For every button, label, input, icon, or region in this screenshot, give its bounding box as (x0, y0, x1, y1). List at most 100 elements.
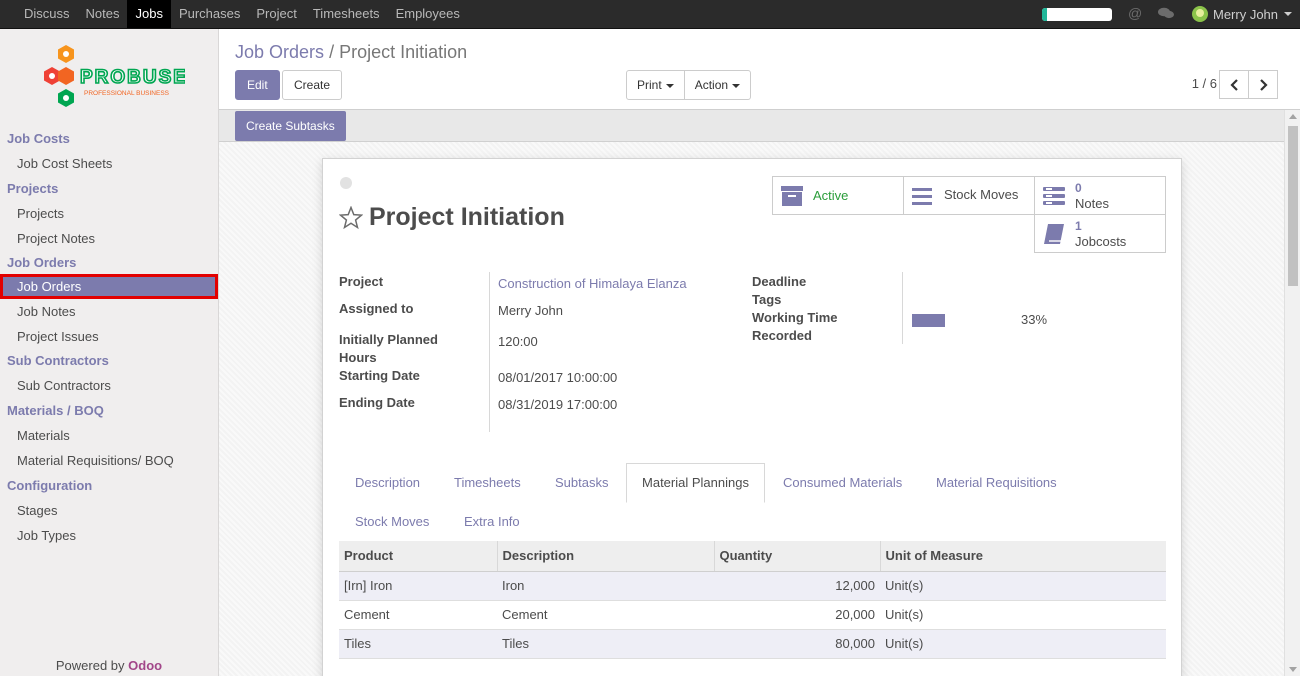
pager-next-button[interactable] (1248, 70, 1278, 99)
scroll-up-arrow[interactable] (1289, 114, 1297, 119)
planned-hours-label-line1: Initially Planned (339, 332, 438, 347)
cell-quantity: 12,000 (714, 571, 880, 601)
menu-project[interactable]: Project (248, 0, 304, 28)
active-label: Active (813, 188, 849, 203)
tab-extra-info[interactable]: Extra Info (464, 514, 520, 529)
mention-icon[interactable]: @ (1128, 5, 1142, 21)
cell-quantity: 20,000 (714, 600, 880, 630)
col-product[interactable]: Product (339, 541, 498, 572)
menu-timesheets[interactable]: Timesheets (305, 0, 388, 28)
stock-moves-label: Stock Moves (944, 187, 1019, 202)
col-quantity[interactable]: Quantity (714, 541, 881, 572)
section-materials-boq: Materials / BOQ (7, 403, 104, 418)
book-icon (1044, 224, 1064, 244)
ending-date-value[interactable]: 08/31/2019 17:00:00 (498, 397, 617, 412)
sidebar-item-project-notes[interactable]: Project Notes (0, 226, 218, 251)
scrollbar[interactable] (1284, 110, 1300, 676)
tab-description[interactable]: Description (355, 475, 420, 490)
deadline-label: Deadline (752, 274, 807, 289)
sidebar-item-job-orders[interactable]: Job Orders (0, 274, 218, 299)
section-job-orders: Job Orders (7, 255, 77, 270)
create-subtasks-button[interactable]: Create Subtasks (235, 111, 346, 141)
page-title: Project Initiation (369, 203, 565, 231)
jobcosts-button[interactable]: 1 Jobcosts (1034, 214, 1166, 253)
stock-moves-button[interactable]: Stock Moves (903, 176, 1035, 215)
smart-buttons: Active Stock Moves 0 Notes 1 Jobcosts (772, 176, 1167, 255)
breadcrumb-separator: / (329, 42, 335, 62)
cell-description: Tiles (497, 629, 714, 659)
section-configuration: Configuration (7, 478, 93, 493)
caret-down-icon (732, 83, 741, 88)
menu-employees[interactable]: Employees (388, 0, 468, 28)
user-menu[interactable]: Merry John (1192, 0, 1293, 28)
starting-date-value[interactable]: 08/01/2017 10:00:00 (498, 370, 617, 385)
cell-uom: Unit(s) (880, 600, 1166, 630)
chevron-down-icon (1284, 12, 1293, 16)
jobcosts-label: Jobcosts (1075, 234, 1127, 249)
sidebar-item-job-cost-sheets[interactable]: Job Cost Sheets (0, 151, 218, 176)
user-name: Merry John (1213, 6, 1279, 22)
table-row[interactable]: Tiles Tiles 80,000 Unit(s) (339, 629, 1166, 659)
menu-purchases[interactable]: Purchases (171, 0, 248, 28)
tab-stock-moves[interactable]: Stock Moves (355, 514, 429, 529)
print-dropdown[interactable]: Print (626, 70, 685, 100)
table-header-row: Product Description Quantity Unit of Mea… (339, 541, 1166, 572)
field-divider-right (902, 272, 903, 344)
breadcrumb-parent[interactable]: Job Orders (235, 42, 324, 62)
chat-icon[interactable] (1158, 7, 1174, 19)
main-menu: Discuss Notes Jobs Purchases Project Tim… (16, 0, 468, 28)
sidebar-item-projects[interactable]: Projects (0, 201, 218, 226)
pager-value[interactable]: 1 / 6 (1192, 76, 1217, 91)
scroll-down-arrow[interactable] (1289, 667, 1297, 672)
notes-button[interactable]: 0 Notes (1034, 176, 1166, 215)
tab-consumed-materials[interactable]: Consumed Materials (783, 475, 902, 490)
sidebar-item-material-requisitions[interactable]: Material Requisitions/ BOQ (0, 448, 218, 473)
kanban-state-dot[interactable] (340, 177, 352, 189)
archive-icon (781, 186, 803, 206)
ending-date-label: Ending Date (339, 395, 415, 410)
tab-material-requisitions[interactable]: Material Requisitions (936, 475, 1057, 490)
scroll-thumb[interactable] (1288, 126, 1298, 286)
col-description[interactable]: Description (497, 541, 715, 572)
action-dropdown[interactable]: Action (683, 70, 752, 100)
sidebar-item-job-notes[interactable]: Job Notes (0, 299, 218, 324)
probuse-logo: PROBUSE PROFESSIONAL BUSINESS (44, 45, 185, 107)
sidebar-menu: Job Costs Job Cost Sheets Projects Proje… (0, 129, 218, 548)
sidebar-item-stages[interactable]: Stages (0, 498, 218, 523)
tab-subtasks[interactable]: Subtasks (555, 475, 608, 490)
assigned-to-value[interactable]: Merry John (498, 303, 563, 318)
project-label: Project (339, 274, 384, 289)
table-row[interactable]: Cement Cement 20,000 Unit(s) (339, 600, 1166, 630)
menu-discuss[interactable]: Discuss (16, 0, 78, 28)
record-title: Project Initiation (339, 203, 565, 232)
table-row[interactable]: [Irn] Iron Iron 12,000 Unit(s) (339, 571, 1166, 601)
sidebar-item-sub-contractors[interactable]: Sub Contractors (0, 373, 218, 398)
cell-description: Iron (497, 571, 714, 601)
notes-icon (1043, 187, 1065, 205)
working-time-label-line2: Recorded (752, 328, 812, 343)
form-statusbar: Create Subtasks (219, 110, 1284, 142)
logo-tagline: PROFESSIONAL BUSINESS (84, 90, 170, 97)
star-icon[interactable] (339, 205, 363, 230)
jobcosts-count: 1 (1075, 219, 1082, 233)
col-unit-of-measure[interactable]: Unit of Measure (880, 541, 1166, 572)
cell-product: Cement (339, 600, 497, 630)
activity-progress[interactable] (1042, 8, 1112, 21)
odoo-link[interactable]: Odoo (128, 658, 162, 673)
sidebar-item-project-issues[interactable]: Project Issues (0, 324, 218, 349)
menu-notes[interactable]: Notes (78, 0, 128, 28)
project-value[interactable]: Construction of Himalaya Elanza (498, 276, 687, 291)
create-button[interactable]: Create (282, 70, 343, 100)
sidebar-item-job-types[interactable]: Job Types (0, 523, 218, 548)
tab-material-plannings[interactable]: Material Plannings (626, 463, 765, 503)
sidebar-item-materials[interactable]: Materials (0, 423, 218, 448)
tab-timesheets[interactable]: Timesheets (454, 475, 521, 490)
notes-label: Notes (1075, 196, 1109, 211)
planned-hours-label-line2: Hours (339, 350, 377, 365)
menu-jobs[interactable]: Jobs (127, 0, 171, 28)
pager-previous-button[interactable] (1219, 70, 1249, 99)
edit-button[interactable]: Edit (235, 70, 280, 100)
active-toggle-button[interactable]: Active (772, 176, 904, 215)
cell-product: [Irn] Iron (339, 571, 497, 601)
planned-hours-value[interactable]: 120:00 (498, 334, 538, 349)
